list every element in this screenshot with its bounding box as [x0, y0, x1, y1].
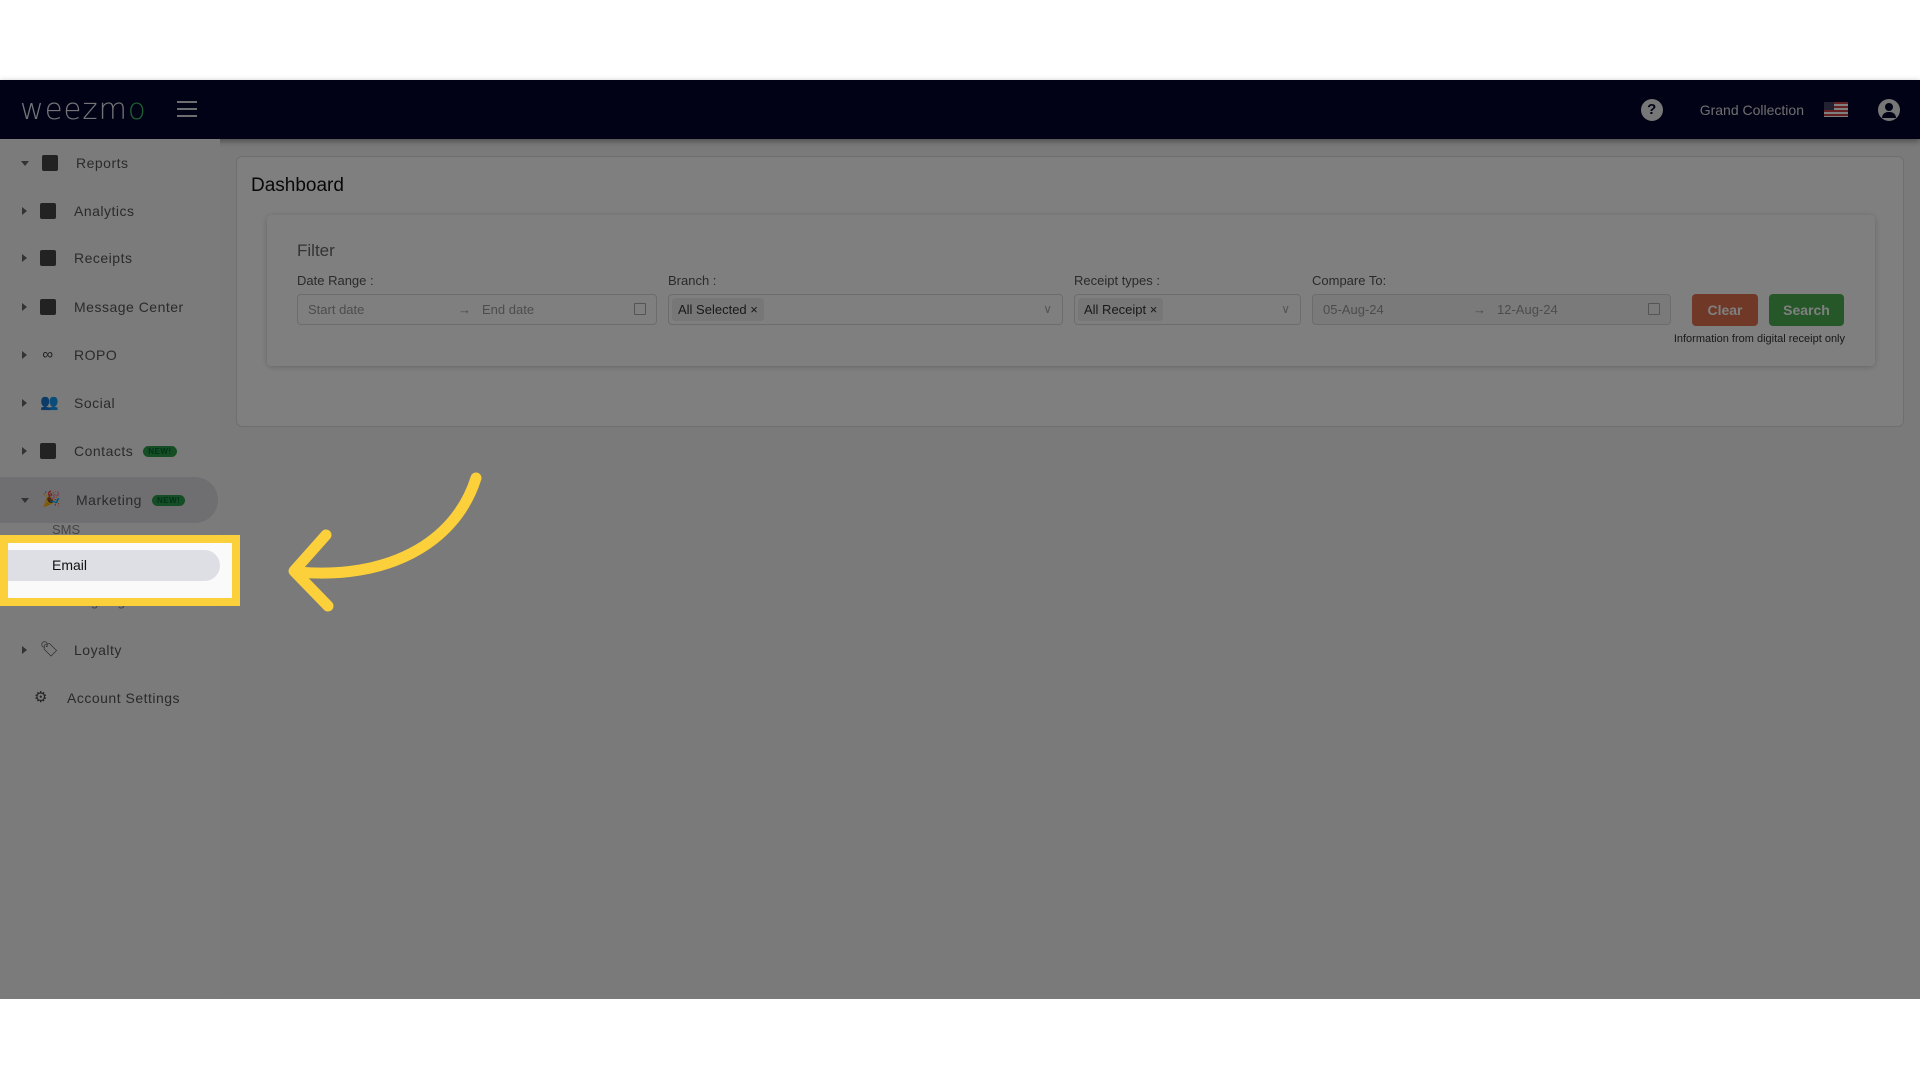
pointer-arrow-icon	[288, 472, 482, 612]
